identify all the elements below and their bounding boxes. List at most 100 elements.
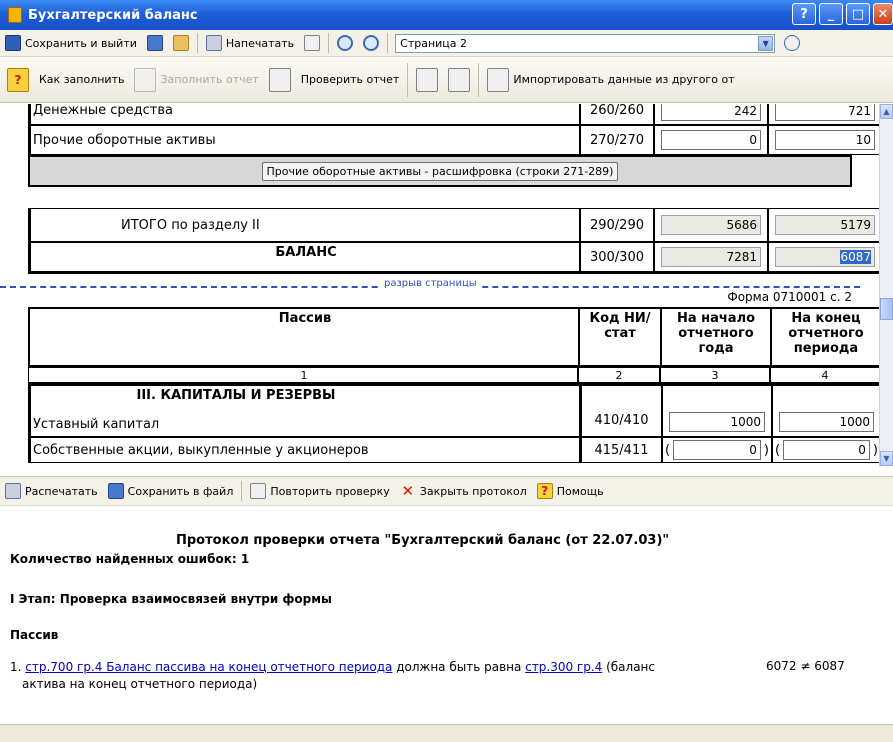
form-code: Форма 0710001 с. 2	[727, 290, 852, 304]
value-end-input[interactable]: 10	[775, 130, 875, 150]
refresh-button[interactable]	[779, 35, 805, 51]
close-protocol-button[interactable]: ✕ Закрыть протокол	[395, 482, 532, 500]
form-area: Денежные средства 260/260 242 721 Прочие…	[0, 104, 879, 466]
magnifier-next-icon	[363, 35, 380, 51]
protocol-save-button[interactable]: Сохранить в файл	[103, 483, 239, 499]
row-code: 300/300	[580, 242, 654, 272]
find-button[interactable]	[332, 35, 358, 51]
separator	[387, 33, 389, 53]
help-window-button[interactable]: ?	[792, 3, 816, 25]
table-row: Денежные средства 260/260 242 721	[28, 104, 879, 125]
paren-close: )	[872, 442, 878, 458]
row-name: Денежные средства	[30, 104, 580, 125]
section-title: Пассив	[10, 628, 59, 642]
error-values: 6072 ≠ 6087	[766, 659, 845, 673]
col-num-3: 3	[660, 367, 770, 383]
fill-report-button[interactable]: Заполнить отчет	[129, 67, 263, 92]
protocol-help-label: Помощь	[556, 484, 604, 498]
printer-icon	[205, 35, 222, 51]
check-report-label: Проверить отчет	[300, 73, 400, 86]
protocol-title: Протокол проверки отчета "Бухгалтерский …	[176, 533, 670, 548]
how-to-fill-button[interactable]: ? Как заполнить	[2, 67, 129, 92]
save-button[interactable]	[142, 35, 168, 51]
recheck-label: Повторить проверку	[270, 484, 390, 498]
window-title: Бухгалтерский баланс	[28, 7, 198, 23]
maximize-button[interactable]: □	[846, 3, 870, 25]
value-end-input[interactable]: 0	[783, 440, 870, 460]
protocol-help-button[interactable]: ? Помощь	[532, 483, 609, 499]
error-text-mid: должна быть равна	[392, 660, 526, 674]
errors-count: Количество найденных ошибок: 1	[10, 552, 250, 566]
error-link-row300[interactable]: стр.300 гр.4	[525, 660, 602, 674]
protocol-save-label: Сохранить в файл	[127, 484, 234, 498]
value-end-input[interactable]: 1000	[779, 412, 874, 432]
paren-open: (	[775, 442, 781, 458]
value-start-input[interactable]: 0	[661, 130, 761, 150]
schedule-button[interactable]	[443, 67, 475, 92]
main-toolbar: Сохранить и выйти Напечатать Страница 2 …	[0, 30, 893, 57]
clock-icon	[448, 67, 471, 92]
save-exit-icon	[5, 35, 21, 51]
scroll-up-icon[interactable]: ▲	[880, 104, 893, 119]
close-window-button[interactable]: ✕	[873, 3, 893, 25]
import-data-label: Импортировать данные из другого от	[513, 73, 735, 86]
value-start-input[interactable]: 0	[673, 440, 761, 460]
close-protocol-label: Закрыть протокол	[419, 484, 527, 498]
separator	[407, 62, 409, 97]
how-to-fill-label: Как заполнить	[39, 73, 125, 86]
breakdown-button[interactable]: Прочие оборотные активы - расшифровка (с…	[261, 161, 619, 181]
table-header: Пассив Код НИ/ стат На начало отчетного …	[28, 307, 879, 367]
attach-icon	[416, 67, 439, 92]
print-button[interactable]: Напечатать	[201, 35, 299, 51]
chevron-down-icon[interactable]: ▼	[758, 35, 774, 51]
header-passive: Пассив	[29, 308, 579, 366]
section-title: III. КАПИТАЛЫ И РЕЗЕРВЫ	[136, 388, 336, 403]
check-report-button[interactable]: Проверить отчет	[264, 67, 405, 92]
separator	[478, 62, 480, 97]
copy-icon	[172, 35, 189, 51]
protocol-toolbar: Распечатать Сохранить в файл Повторить п…	[0, 476, 893, 506]
col-num-2: 2	[578, 367, 660, 383]
value-start-input: 7281	[661, 247, 761, 267]
help-icon: ?	[536, 483, 553, 499]
attach-button[interactable]	[411, 67, 443, 92]
recheck-icon	[250, 483, 267, 499]
title-bar: Бухгалтерский баланс ? _ □ ✕	[0, 0, 893, 30]
magnifier-icon	[337, 35, 354, 51]
app-icon	[8, 7, 22, 23]
save-exit-label: Сохранить и выйти	[25, 36, 137, 50]
page-break-label: разрыв страницы	[380, 278, 481, 289]
table-row: БАЛАНС 300/300 7281 6087	[28, 242, 879, 274]
scroll-down-icon[interactable]: ▼	[880, 451, 893, 466]
find-next-button[interactable]	[358, 35, 384, 51]
refresh-icon	[784, 35, 801, 51]
value-end-input[interactable]: 721	[775, 104, 875, 121]
status-bar	[0, 724, 893, 742]
import-data-button[interactable]: Импортировать данные из другого от	[482, 67, 739, 92]
error-link-row700[interactable]: стр.700 гр.4 Баланс пассива на конец отч…	[25, 660, 392, 674]
row-name: Прочие оборотные активы	[30, 125, 580, 155]
print-preview-icon	[304, 35, 321, 51]
separator	[196, 33, 198, 53]
value-end-input[interactable]: 6087	[775, 247, 875, 267]
header-end: На конец отчетного периода	[771, 308, 879, 366]
header-start: На начало отчетного года	[661, 308, 771, 366]
value-start-input[interactable]: 242	[661, 104, 761, 121]
form-scrollbar[interactable]: ▲ ▼	[879, 104, 893, 466]
scroll-thumb[interactable]	[880, 298, 893, 320]
paren-close: )	[763, 442, 769, 458]
save-exit-button[interactable]: Сохранить и выйти	[0, 35, 142, 51]
recheck-button[interactable]: Повторить проверку	[245, 483, 394, 499]
print-preview-button[interactable]	[299, 35, 325, 51]
error-text-tail: (баланс	[602, 660, 655, 674]
stage-title: I Этап: Проверка взаимосвязей внутри фор…	[10, 592, 332, 606]
minimize-button[interactable]: _	[819, 3, 843, 25]
value-start-input[interactable]: 1000	[669, 412, 765, 432]
page-select[interactable]: Страница 2 ▼	[395, 33, 776, 53]
row-code: 260/260	[580, 104, 654, 125]
row-name: БАЛАНС	[30, 242, 580, 272]
row-name: Собственные акции, выкупленные у акционе…	[30, 437, 580, 463]
table-row: III. КАПИТАЛЫ И РЕЗЕРВЫ Уставный капитал…	[28, 383, 879, 437]
protocol-print-button[interactable]: Распечатать	[0, 483, 103, 499]
copy-button[interactable]	[168, 35, 194, 51]
